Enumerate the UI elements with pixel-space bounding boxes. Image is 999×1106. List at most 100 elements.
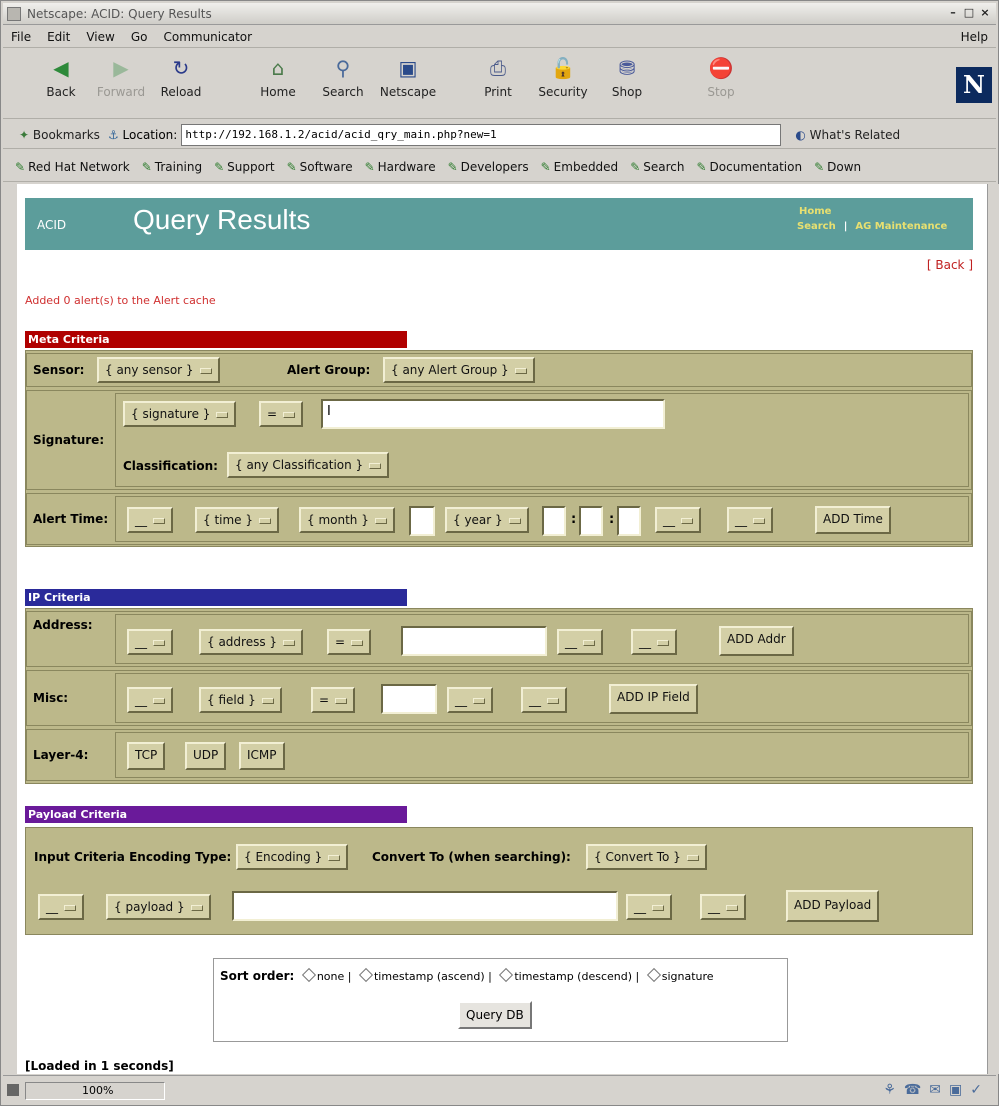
year-select[interactable]: { year }: [445, 507, 529, 533]
link-developers[interactable]: ✎ Developers: [448, 160, 529, 174]
encoding-select[interactable]: { Encoding }: [236, 844, 349, 870]
whats-related-button[interactable]: ◐ What's Related: [795, 128, 900, 142]
menu-communicator[interactable]: Communicator: [155, 30, 260, 44]
back-link[interactable]: [ Back ]: [927, 258, 973, 272]
signature-field-select[interactable]: { signature }: [123, 401, 237, 427]
home-link[interactable]: Home: [799, 206, 831, 217]
icmp-button[interactable]: ICMP: [239, 742, 285, 770]
ag-maintenance-link[interactable]: AG Maintenance: [855, 221, 947, 232]
day-input[interactable]: [409, 506, 435, 536]
payload-logic-select[interactable]: __: [700, 894, 746, 920]
hour-input[interactable]: [542, 506, 566, 536]
sort-signature-radio[interactable]: [646, 967, 661, 983]
dropdown-icon: [583, 639, 595, 646]
home-button[interactable]: ⌂ Home: [248, 55, 308, 99]
forward-button[interactable]: ▶ Forward: [91, 55, 151, 99]
search-link[interactable]: Search: [797, 221, 836, 232]
personal-toolbar: ✎ Red Hat Network ✎ Training ✎ Support ✎ Sof…: [3, 152, 996, 182]
misc-logic-select[interactable]: __: [521, 687, 567, 713]
menu-edit[interactable]: Edit: [39, 30, 78, 44]
link-documentation[interactable]: ✎ Documentation: [696, 160, 802, 174]
payload-close-select[interactable]: __: [626, 894, 672, 920]
minute-input[interactable]: [579, 506, 603, 536]
link-icon: ✎: [814, 159, 825, 174]
time-select[interactable]: { time }: [195, 507, 280, 533]
link-downloads[interactable]: ✎ Down: [814, 160, 861, 174]
netscape-logo[interactable]: N: [956, 67, 992, 103]
url-field[interactable]: http://192.168.1.2/acid/acid_qry_main.ph…: [181, 123, 782, 146]
dropdown-icon: [652, 904, 664, 911]
netscape-button[interactable]: ▣ Netscape: [378, 55, 438, 99]
minimize-icon[interactable]: –: [946, 6, 960, 21]
sort-none-radio[interactable]: [301, 967, 316, 983]
link-icon: ✎: [214, 159, 225, 174]
link-support[interactable]: ✎ Support: [214, 160, 275, 174]
classification-select[interactable]: { any Classification }: [227, 452, 390, 478]
address-bracket-select[interactable]: __: [127, 629, 173, 655]
address-input[interactable]: [401, 626, 547, 656]
misc-bracket-select[interactable]: __: [127, 687, 173, 713]
back-arrow-icon: ◀: [53, 56, 69, 80]
convert-to-select[interactable]: { Convert To }: [586, 844, 707, 870]
bookmarks-button[interactable]: ✦ Bookmarks: [19, 128, 100, 142]
print-button[interactable]: ⎙ Print: [468, 55, 528, 99]
udp-button[interactable]: UDP: [185, 742, 227, 770]
close-icon[interactable]: ×: [978, 6, 992, 21]
payload-field-select[interactable]: { payload }: [106, 894, 211, 920]
sensor-select[interactable]: { any sensor }: [97, 357, 220, 383]
link-software[interactable]: ✎ Software: [287, 160, 353, 174]
search-button[interactable]: ⚲ Search: [313, 55, 373, 99]
ip-field-input[interactable]: [381, 684, 437, 714]
dropdown-icon: [473, 697, 485, 704]
sort-timestamp-descend-radio[interactable]: [499, 967, 514, 983]
link-training[interactable]: ✎ Training: [142, 160, 202, 174]
address-operator-select[interactable]: =: [327, 629, 372, 655]
component-tray-icons[interactable]: ⚘☎✉▣✓: [883, 1082, 990, 1098]
payload-input[interactable]: [232, 891, 618, 921]
second-input[interactable]: [617, 506, 641, 536]
meta-criteria-header: Meta Criteria: [25, 331, 407, 348]
add-time-button[interactable]: ADD Time: [815, 506, 891, 534]
maximize-icon[interactable]: □: [962, 6, 976, 21]
add-addr-button[interactable]: ADD Addr: [719, 626, 794, 656]
menu-go[interactable]: Go: [123, 30, 156, 44]
signature-label: Signature:: [33, 433, 105, 447]
sort-timestamp-descend-label: timestamp (descend) |: [514, 970, 640, 983]
signature-operator-select[interactable]: =: [259, 401, 304, 427]
add-payload-button[interactable]: ADD Payload: [786, 890, 880, 922]
link-red-hat-network[interactable]: ✎ Red Hat Network: [15, 160, 130, 174]
alert-group-select[interactable]: { any Alert Group }: [383, 357, 535, 383]
sort-timestamp-ascend-radio[interactable]: [358, 967, 374, 983]
time-logic-select[interactable]: __: [727, 507, 773, 533]
ip-field-select[interactable]: { field }: [199, 687, 282, 713]
back-button[interactable]: ◀ Back: [31, 55, 91, 99]
tcp-button[interactable]: TCP: [127, 742, 166, 770]
link-hardware[interactable]: ✎ Hardware: [365, 160, 436, 174]
menu-file[interactable]: File: [3, 30, 39, 44]
misc-close-select[interactable]: __: [447, 687, 493, 713]
shop-button[interactable]: ⛃ Shop: [597, 55, 657, 99]
reload-button[interactable]: ↻ Reload: [151, 55, 211, 99]
payload-criteria-panel: Input Criteria Encoding Type: { Encoding…: [25, 827, 973, 935]
signature-input[interactable]: I: [321, 399, 665, 429]
menu-view[interactable]: View: [78, 30, 122, 44]
month-select[interactable]: { month }: [299, 507, 395, 533]
sort-order-box: Sort order: none | timestamp (ascend) | …: [213, 958, 788, 1042]
misc-operator-select[interactable]: =: [311, 687, 356, 713]
page-content: ACID Query Results Home Search | AG Mainte…: [17, 184, 987, 1074]
stop-button[interactable]: ⛔ Stop: [691, 55, 751, 99]
time-bracket-select[interactable]: __: [655, 507, 701, 533]
query-db-button[interactable]: Query DB: [458, 1001, 532, 1029]
address-field-select[interactable]: { address }: [199, 629, 304, 655]
payload-bracket-select[interactable]: __: [38, 894, 84, 920]
security-button[interactable]: 🔓 Security: [533, 55, 593, 99]
link-search[interactable]: ✎ Search: [630, 160, 684, 174]
address-close-select[interactable]: __: [557, 629, 603, 655]
address-logic-select[interactable]: __: [631, 629, 677, 655]
menu-help[interactable]: Help: [953, 30, 996, 44]
add-ip-field-button[interactable]: ADD IP Field: [609, 684, 698, 714]
vertical-scrollbar[interactable]: [987, 184, 999, 1074]
time-operator-select[interactable]: __: [127, 507, 173, 533]
link-embedded[interactable]: ✎ Embedded: [541, 160, 619, 174]
security-lock-icon[interactable]: [7, 1084, 19, 1096]
